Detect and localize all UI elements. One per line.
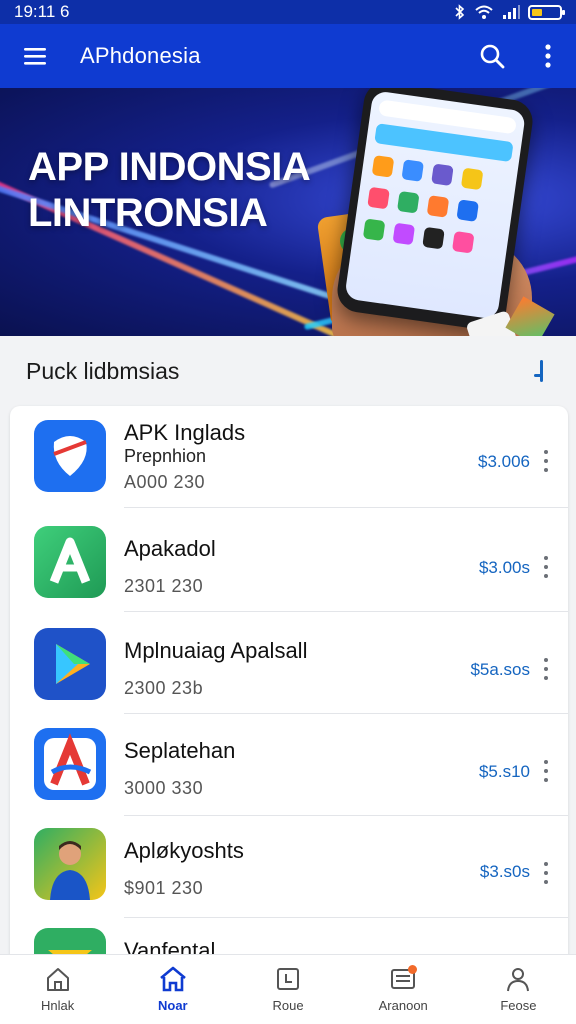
- nav-label: Aranoon: [378, 998, 428, 1013]
- person-app-icon: [34, 828, 106, 900]
- app-tile: [362, 218, 386, 242]
- menu-icon[interactable]: [0, 24, 72, 88]
- app-name: Apakadol: [124, 536, 216, 561]
- app-price[interactable]: $3.006: [478, 452, 530, 472]
- letter-a-app-icon: [34, 526, 106, 598]
- bottom-nav: Hnlak Noar Roue Aranoon Feose: [0, 954, 576, 1024]
- app-subtitle: Prepnhion: [124, 446, 207, 466]
- app-tile: [456, 199, 479, 222]
- more-icon[interactable]: [540, 450, 552, 472]
- calendar-icon: [277, 968, 299, 990]
- app-tile: [426, 195, 450, 218]
- battery-icon: [528, 4, 565, 20]
- app-tile: [422, 226, 445, 250]
- app-tile: [401, 159, 425, 182]
- nav-label: Roue: [272, 998, 304, 1013]
- app-name: Apløkyoshts: [124, 838, 244, 863]
- promo-banner[interactable]: APP INDONSIA LINTRONSIA: [0, 88, 576, 336]
- nav-item-hnlak[interactable]: Hnlak: [0, 955, 115, 1024]
- list-item[interactable]: Apakadol 2301 230 $3.00s: [10, 510, 568, 612]
- more-icon[interactable]: [540, 658, 552, 680]
- banner-title-line2: LINTRONSIA: [28, 191, 268, 235]
- phone-illustration: [334, 88, 536, 333]
- list-item[interactable]: Seplatehan 3000 330 $5.s10: [10, 714, 568, 816]
- section-action-icon[interactable]: [532, 356, 552, 386]
- banner-title-line1: APP INDONSIA: [28, 145, 311, 189]
- bluetooth-icon: [455, 4, 465, 20]
- status-icons: [454, 4, 565, 20]
- app-price[interactable]: $3.s0s: [480, 862, 530, 882]
- notification-dot: [407, 965, 417, 974]
- app-tile: [396, 190, 420, 214]
- app-bar: APhdonesia: [0, 24, 576, 88]
- list-item[interactable]: APK Inglads Prepnhion A000 230 $3.006: [10, 406, 568, 508]
- more-icon[interactable]: [540, 862, 552, 884]
- home-outline-icon: [46, 968, 69, 991]
- heart-app-icon: [34, 420, 106, 492]
- app-tile: [367, 186, 390, 210]
- nav-item-noar[interactable]: Noar: [115, 955, 230, 1024]
- more-icon[interactable]: [540, 556, 552, 578]
- app-tile: [451, 230, 475, 254]
- app-price[interactable]: $5a.sos: [470, 660, 530, 680]
- app-tile: [460, 167, 484, 191]
- divider: [124, 507, 568, 508]
- banner-title: APP INDONSIA LINTRONSIA: [28, 144, 311, 236]
- list-item[interactable]: Mplnuaiag Apalsall 2300 23b $5a.sos: [10, 612, 568, 714]
- nav-item-feose[interactable]: Feose: [461, 955, 576, 1024]
- section-title: Puck lidbmsias: [26, 357, 180, 384]
- nav-label: Hnlak: [40, 998, 75, 1013]
- app-list: APK Inglads Prepnhion A000 230 $3.006 Ap…: [10, 406, 568, 966]
- signal-icon: [503, 5, 520, 19]
- app-meta: 2301 230: [124, 576, 204, 596]
- person-icon: [507, 968, 530, 992]
- more-icon[interactable]: [540, 760, 552, 782]
- play-triangle-app-icon: [34, 628, 106, 700]
- app-name: APK Inglads: [124, 420, 246, 445]
- search-icon[interactable]: [464, 24, 520, 88]
- app-meta: $901 230: [124, 878, 204, 898]
- wifi-icon: [475, 5, 493, 19]
- app-price[interactable]: $3.00s: [479, 558, 530, 578]
- more-vert-icon[interactable]: [520, 24, 576, 88]
- app-tile: [431, 163, 454, 187]
- app-meta: 3000 330: [124, 778, 204, 798]
- app-meta: 2300 23b: [124, 678, 204, 698]
- status-time: 19:11 6: [14, 2, 70, 21]
- section-header: Puck lidbmsias: [0, 336, 576, 406]
- nav-label: Noar: [157, 998, 188, 1013]
- list-item[interactable]: Apløkyoshts $901 230 $3.s0s: [10, 816, 568, 918]
- nav-item-aranoon[interactable]: Aranoon: [346, 955, 461, 1024]
- nav-label: Feose: [500, 998, 537, 1013]
- home-icon: [159, 966, 186, 992]
- app-name: Mplnuaiag Apalsall: [124, 638, 308, 663]
- phone-screen: [344, 90, 527, 320]
- letter-a-red-app-icon: [34, 728, 106, 800]
- app-tile: [392, 222, 416, 246]
- app-tile: [371, 155, 395, 178]
- nav-item-roue[interactable]: Roue: [230, 955, 345, 1024]
- app-meta: A000 230: [124, 472, 206, 492]
- app-price[interactable]: $5.s10: [479, 762, 530, 782]
- app-name: Seplatehan: [124, 738, 236, 763]
- app-title: APhdonesia: [80, 43, 201, 68]
- status-bar: 19:11 6: [0, 0, 576, 24]
